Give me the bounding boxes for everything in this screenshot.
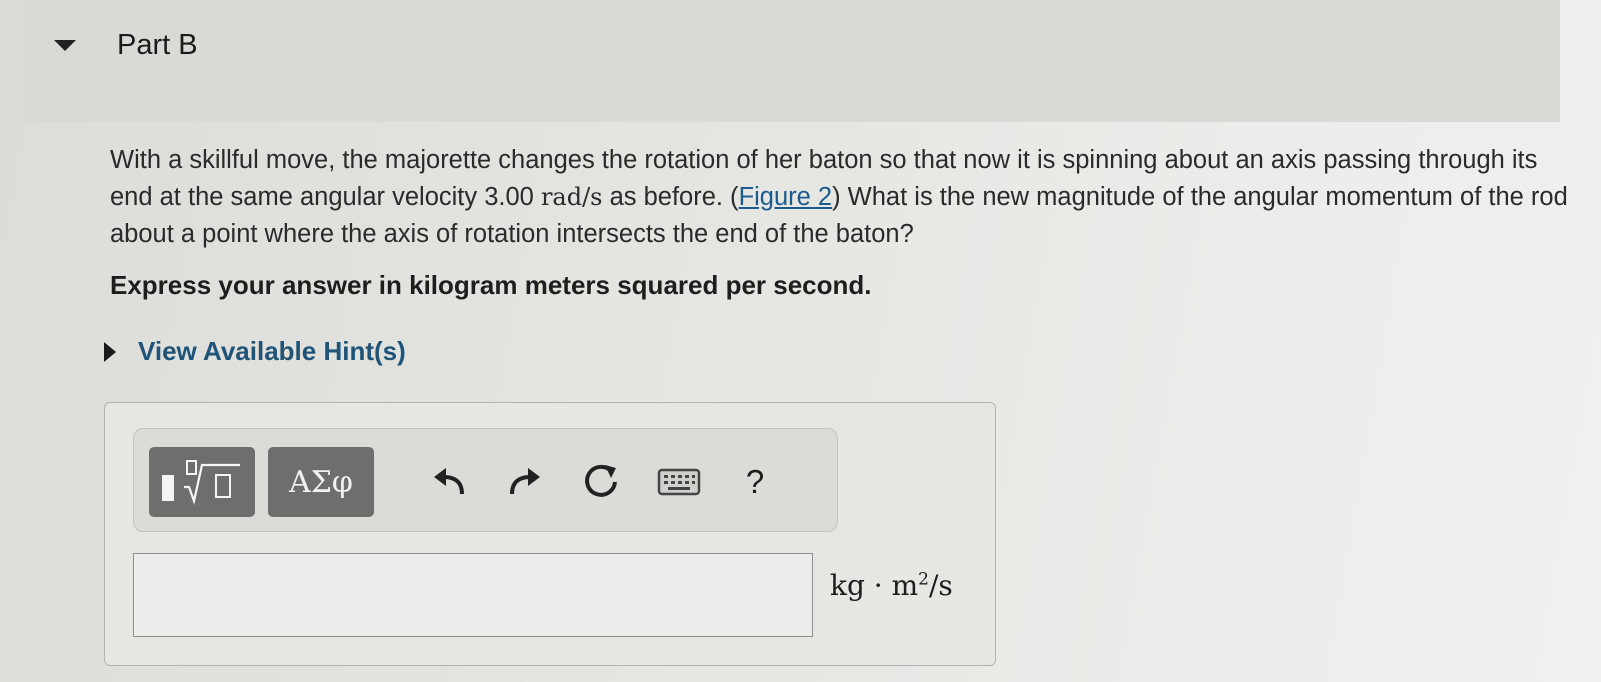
answer-input[interactable] bbox=[133, 553, 813, 637]
expand-triangle-icon bbox=[104, 341, 116, 362]
part-header bbox=[24, 0, 1560, 122]
view-hints-label[interactable]: View Available Hint(s) bbox=[138, 336, 406, 367]
fraction-root-templates-icon bbox=[162, 460, 240, 505]
units-exponent: 2 bbox=[918, 569, 929, 590]
reset-icon[interactable] bbox=[576, 457, 626, 507]
answer-units: kg · m2/s bbox=[830, 569, 953, 602]
angular-velocity-unit: rad/s bbox=[540, 183, 603, 211]
greek-symbols-button[interactable]: ΑΣφ bbox=[268, 447, 374, 517]
units-tail: /s bbox=[928, 569, 953, 602]
undo-icon[interactable] bbox=[424, 457, 474, 507]
answer-panel: ΑΣφ ? kg · m2/s bbox=[104, 402, 996, 666]
answer-instruction: Express your answer in kilogram meters s… bbox=[110, 270, 872, 300]
figure-link[interactable]: Figure 2 bbox=[739, 183, 833, 211]
question-mid: as before. ( bbox=[602, 183, 739, 211]
help-button[interactable]: ? bbox=[730, 457, 780, 507]
collapse-caret-icon[interactable] bbox=[54, 40, 76, 51]
math-toolbar: ΑΣφ ? bbox=[133, 428, 838, 532]
part-title[interactable]: Part B bbox=[117, 29, 198, 62]
templates-button[interactable] bbox=[149, 447, 255, 517]
view-hints-toggle[interactable]: View Available Hint(s) bbox=[104, 336, 406, 367]
units-base: kg · m bbox=[830, 569, 919, 602]
keyboard-icon[interactable] bbox=[654, 457, 704, 507]
redo-icon[interactable] bbox=[500, 457, 550, 507]
question-text: With a skillful move, the majorette chan… bbox=[110, 142, 1570, 253]
